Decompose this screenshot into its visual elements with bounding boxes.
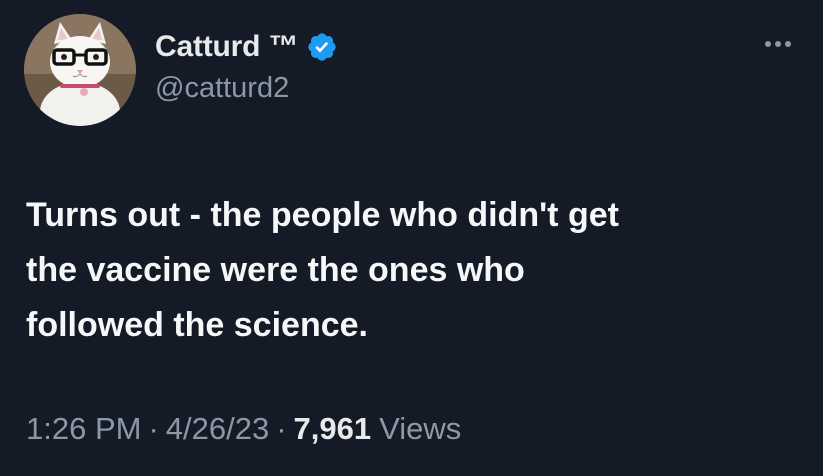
author-name-row: Catturd ™ bbox=[155, 27, 338, 67]
tweet-time[interactable]: 1:26 PM bbox=[26, 411, 141, 447]
author-handle[interactable]: @catturd2 bbox=[155, 72, 289, 105]
cat-with-glasses-avatar-icon bbox=[24, 14, 136, 126]
views-count: 7,961 bbox=[293, 411, 372, 446]
views-label: Views bbox=[379, 411, 462, 446]
display-name[interactable]: Catturd ™ bbox=[155, 30, 298, 64]
verified-badge-icon bbox=[306, 31, 338, 63]
tweet-text: Turns out - the people who didn't get th… bbox=[26, 196, 619, 344]
more-dot bbox=[785, 41, 791, 47]
tweet-date[interactable]: 4/26/23 bbox=[166, 411, 269, 447]
tweet-meta: 1:26 PM · 4/26/23 · 7,961 Views bbox=[26, 411, 461, 447]
meta-separator: · bbox=[276, 411, 287, 446]
more-dot bbox=[775, 41, 781, 47]
avatar[interactable] bbox=[24, 14, 136, 126]
meta-separator: · bbox=[148, 411, 159, 446]
more-dot bbox=[765, 41, 771, 47]
tweet-card: Catturd ™ @catturd2 Turns out - the peop… bbox=[0, 0, 823, 476]
more-horizontal-icon[interactable] bbox=[760, 30, 796, 58]
